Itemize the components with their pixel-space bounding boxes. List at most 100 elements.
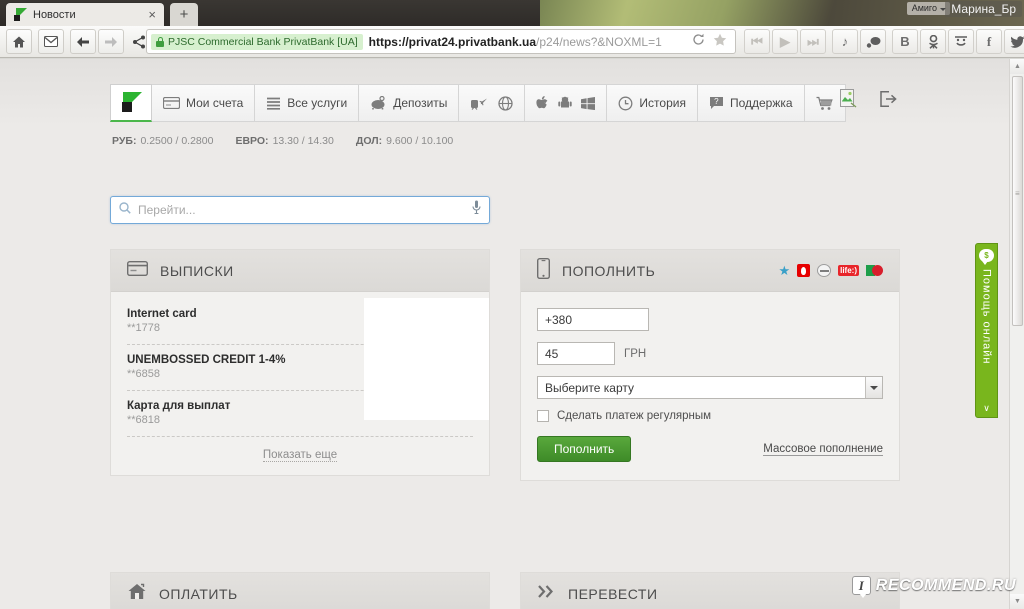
- mobile-phone-icon: [536, 257, 551, 284]
- sidebar-item-history[interactable]: История: [607, 84, 698, 122]
- page-content: Мои счета Все услуги Депозиты История ? …: [0, 59, 1009, 609]
- media-play-icon[interactable]: ▶: [772, 29, 798, 54]
- tab-title: Новости: [33, 8, 76, 21]
- new-tab-button[interactable]: +: [170, 3, 198, 26]
- rate-usd-value: 9.600 / 10.100: [386, 135, 454, 147]
- statements-panel-body: Internet card **1778 UNEMBOSSED CREDIT 1…: [111, 292, 489, 475]
- utel-icon[interactable]: [866, 265, 883, 276]
- image-document-icon[interactable]: [840, 89, 857, 113]
- nav-label: Поддержка: [729, 96, 793, 110]
- svg-text:?: ?: [714, 97, 719, 106]
- chat-bubbles-icon[interactable]: [860, 29, 886, 54]
- support-question-icon: ?: [709, 96, 724, 110]
- apple-icon: [536, 95, 549, 111]
- media-controls: ⏮ ▶ ⏭: [744, 29, 828, 54]
- address-bar[interactable]: PJSC Commercial Bank PrivatBank [UA] htt…: [146, 29, 736, 54]
- browser-navigation-bar: PJSC Commercial Bank PrivatBank [UA] htt…: [0, 26, 1024, 58]
- show-more-button[interactable]: Показать еще: [127, 437, 473, 463]
- scroll-up-arrow[interactable]: ▲: [1010, 59, 1024, 74]
- privat24-logo-icon: [14, 8, 27, 21]
- recurring-checkbox-row[interactable]: Сделать платеж регулярным: [537, 410, 883, 422]
- tab-strip: Новости × + Амиго Марина_Бр: [0, 0, 1024, 26]
- bookmark-star-icon[interactable]: [713, 33, 727, 51]
- vodafone-icon[interactable]: [797, 264, 811, 277]
- phone-input[interactable]: +380: [537, 308, 649, 331]
- transfer-panel: ПЕРЕВЕСТИ С карты/счета: Выберите карту: [520, 572, 900, 609]
- url-domain: https://privat24.privatbank.ua: [368, 34, 537, 49]
- user-profile-name[interactable]: Марина_Бр: [945, 1, 1022, 17]
- recommend-watermark: I RECOMMEND.RU: [851, 576, 1016, 598]
- show-more-label: Показать еще: [262, 449, 338, 462]
- nav-label: Депозиты: [393, 96, 448, 110]
- bulk-topup-link[interactable]: Массовое пополнение: [763, 443, 883, 456]
- media-previous-icon[interactable]: ⏮: [744, 29, 770, 54]
- browser-tab[interactable]: Новости ×: [6, 3, 164, 26]
- forward-arrow-icon[interactable]: [98, 29, 124, 54]
- music-note-icon[interactable]: ♪: [832, 29, 858, 54]
- ssl-certificate-chip[interactable]: PJSC Commercial Bank PrivatBank [UA]: [151, 33, 363, 50]
- back-arrow-icon[interactable]: [70, 29, 96, 54]
- lock-icon: [156, 36, 164, 47]
- amigo-menu-button[interactable]: Амиго: [906, 2, 950, 15]
- kyivstar-star-icon[interactable]: ★: [778, 263, 790, 279]
- home-icon[interactable]: [6, 29, 32, 54]
- close-icon[interactable]: ×: [144, 8, 160, 21]
- reload-icon[interactable]: [692, 33, 705, 51]
- nav-label: История: [639, 96, 686, 110]
- mail-icon[interactable]: [38, 29, 64, 54]
- site-navigation-bar: Мои счета Все услуги Депозиты История ? …: [110, 84, 846, 122]
- statements-panel: ВЫПИСКИ Internet card **1778 UNEMBOSSED …: [110, 249, 490, 476]
- page-scrollbar[interactable]: ▲ ▼: [1009, 59, 1024, 609]
- statements-preview-area: [364, 298, 489, 420]
- life-icon[interactable]: life:): [838, 265, 859, 276]
- privat24-logo-icon[interactable]: [110, 84, 152, 122]
- chevron-down-icon[interactable]: ∨: [983, 403, 990, 414]
- house-icon: [127, 583, 147, 605]
- sidebar-item-support[interactable]: ? Поддержка: [697, 84, 805, 122]
- media-next-icon[interactable]: ⏭: [800, 29, 826, 54]
- browser-window: Новости × + Амиго Марина_Бр PJSC Commerc…: [0, 0, 1024, 609]
- sidebar-item-mobile-apps[interactable]: [525, 84, 608, 122]
- card-select[interactable]: Выберите карту: [537, 376, 883, 399]
- search-input[interactable]: Перейти...: [110, 196, 490, 224]
- recommend-badge-icon: I: [851, 576, 871, 598]
- recurring-label: Сделать платеж регулярным: [557, 410, 712, 422]
- scroll-down-arrow[interactable]: ▼: [1010, 594, 1024, 609]
- train-plane-icon: [470, 96, 488, 111]
- mts-icon[interactable]: [817, 264, 832, 277]
- recommend-watermark-text: RECOMMEND.RU: [875, 576, 1016, 594]
- piggy-bank-icon: [370, 96, 387, 110]
- facebook-icon[interactable]: f: [976, 29, 1002, 54]
- panel-title: ПОПОЛНИТЬ: [562, 262, 656, 279]
- online-help-label: Помощь онлайн: [980, 269, 993, 365]
- odnoklassniki-icon[interactable]: [920, 29, 946, 54]
- logout-icon[interactable]: [880, 91, 897, 112]
- globe-icon: [498, 95, 514, 111]
- rate-eur-value: 13.30 / 14.30: [272, 135, 334, 147]
- search-icon: [119, 201, 131, 219]
- nav-label: Мои счета: [186, 96, 244, 110]
- moi-mir-smiley-icon[interactable]: [948, 29, 974, 54]
- sidebar-item-all-services[interactable]: Все услуги: [255, 84, 360, 122]
- panel-title: ПЕРЕВЕСТИ: [568, 585, 658, 602]
- rate-rub: РУБ: 0.2500 / 0.2800: [112, 135, 213, 147]
- card-icon: [126, 260, 149, 281]
- sidebar-item-my-accounts[interactable]: Мои счета: [152, 84, 256, 122]
- card-icon: [163, 97, 180, 109]
- panel-title: ОПЛАТИТЬ: [159, 585, 238, 602]
- chevron-down-icon[interactable]: [865, 377, 882, 398]
- online-help-tab[interactable]: $ Помощь онлайн ∨: [975, 243, 998, 418]
- twitter-icon[interactable]: [1004, 29, 1024, 54]
- topup-submit-button[interactable]: Пополнить: [537, 436, 632, 462]
- recurring-checkbox[interactable]: [537, 410, 549, 422]
- card-select-value: Выберите карту: [545, 380, 635, 395]
- sidebar-item-travel[interactable]: [459, 84, 526, 122]
- amount-input[interactable]: 45: [537, 342, 615, 365]
- search-placeholder: Перейти...: [138, 203, 196, 217]
- scrollbar-thumb[interactable]: [1012, 76, 1023, 326]
- sidebar-item-deposits[interactable]: Депозиты: [359, 84, 460, 122]
- android-icon: [558, 96, 573, 110]
- microphone-icon[interactable]: [472, 200, 481, 220]
- vkontakte-icon[interactable]: В: [892, 29, 918, 54]
- cart-icon: [816, 96, 834, 111]
